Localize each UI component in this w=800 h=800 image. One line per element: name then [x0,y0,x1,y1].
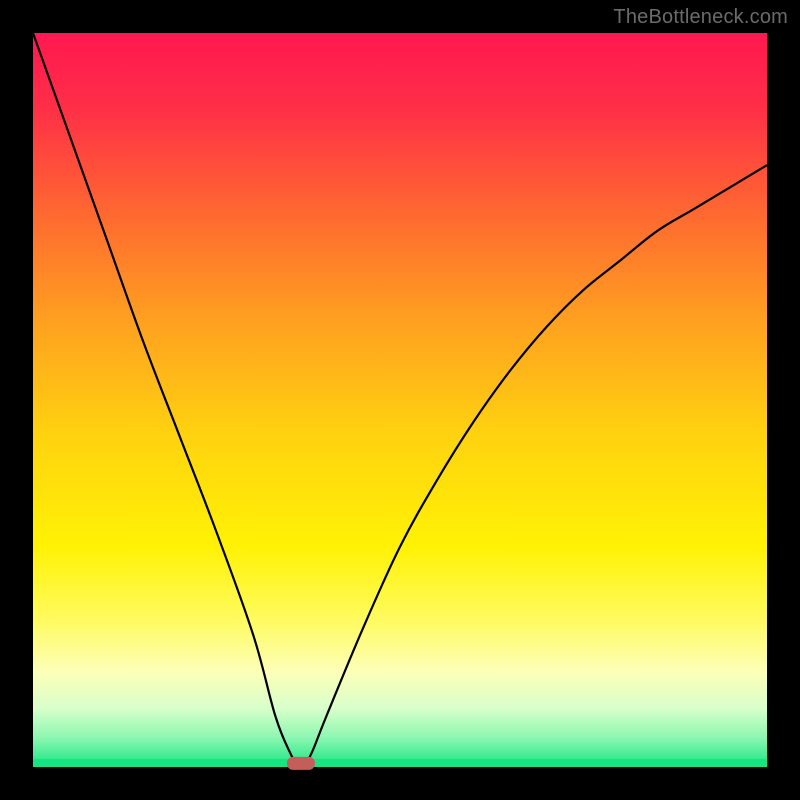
plot-background [33,33,767,767]
bottom-green-band [33,759,767,767]
bottleneck-chart [0,0,800,800]
optimal-marker [287,757,315,770]
watermark-text: TheBottleneck.com [613,6,788,29]
chart-frame: TheBottleneck.com [0,0,800,800]
